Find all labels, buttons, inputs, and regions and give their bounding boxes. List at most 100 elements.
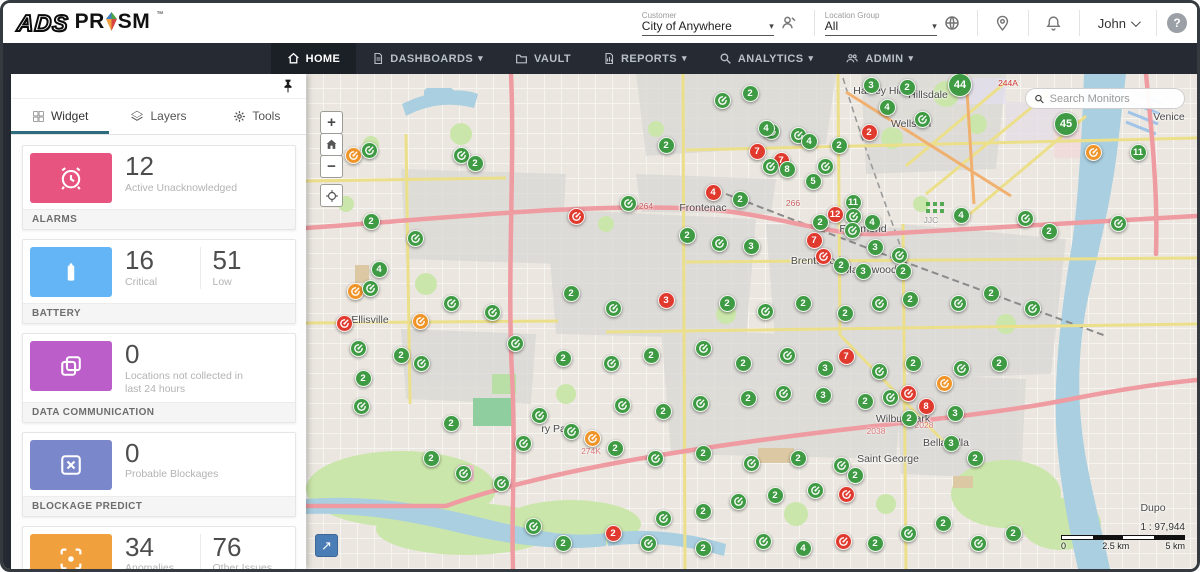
search-input[interactable] bbox=[1050, 93, 1176, 105]
monitor-marker-green[interactable] bbox=[413, 355, 430, 372]
monitor-marker-green[interactable] bbox=[695, 340, 712, 357]
monitor-marker-orange[interactable] bbox=[1085, 144, 1102, 161]
customer-admin-icon[interactable] bbox=[774, 8, 804, 38]
monitor-marker-green[interactable] bbox=[493, 475, 510, 492]
monitor-cluster-green[interactable]: 2 bbox=[658, 137, 675, 154]
blockage-icon-block[interactable] bbox=[30, 440, 112, 490]
monitor-cluster-green[interactable]: 2 bbox=[901, 410, 918, 427]
nav-home[interactable]: HOME bbox=[271, 43, 357, 74]
monitor-cluster-green[interactable]: 2 bbox=[555, 535, 572, 552]
monitor-marker-green[interactable] bbox=[620, 195, 637, 212]
monitor-cluster-red[interactable]: 2 bbox=[861, 124, 878, 141]
monitor-cluster-green[interactable]: 44 bbox=[948, 74, 972, 97]
monitor-cluster-green[interactable]: 4 bbox=[879, 99, 896, 116]
monitor-cluster-green[interactable]: 2 bbox=[655, 403, 672, 420]
monitor-cluster-green[interactable]: 2 bbox=[902, 291, 919, 308]
monitor-cluster-green[interactable]: 2 bbox=[355, 370, 372, 387]
monitor-marker-green[interactable] bbox=[711, 235, 728, 252]
monitor-marker-green[interactable] bbox=[507, 335, 524, 352]
monitor-marker-red[interactable] bbox=[835, 533, 852, 550]
monitor-cluster-green[interactable]: 3 bbox=[947, 405, 964, 422]
widget-blockage-predict[interactable]: 0 Probable Blockages BLOCKAGE PREDICT bbox=[22, 432, 296, 517]
battery-icon-block[interactable] bbox=[30, 247, 112, 297]
monitor-marker-green[interactable] bbox=[871, 295, 888, 312]
monitor-cluster-green[interactable]: 2 bbox=[719, 295, 736, 312]
monitor-cluster-green[interactable]: 2 bbox=[895, 263, 912, 280]
monitor-cluster-green[interactable]: 2 bbox=[967, 450, 984, 467]
monitor-cluster-green[interactable]: 2 bbox=[905, 355, 922, 372]
monitor-cluster-green[interactable]: 2 bbox=[679, 227, 696, 244]
monitor-cluster-green[interactable]: 2 bbox=[443, 415, 460, 432]
monitor-marker-green[interactable] bbox=[603, 355, 620, 372]
monitor-marker-green[interactable] bbox=[762, 158, 779, 175]
monitor-cluster-red[interactable]: 2 bbox=[605, 525, 622, 542]
tab-tools[interactable]: Tools bbox=[208, 99, 306, 134]
monitor-cluster-red[interactable]: 3 bbox=[658, 292, 675, 309]
monitor-marker-green[interactable] bbox=[531, 407, 548, 424]
monitor-marker-green[interactable] bbox=[817, 158, 834, 175]
monitor-cluster-green[interactable]: 3 bbox=[817, 360, 834, 377]
monitor-cluster-green[interactable]: 2 bbox=[363, 213, 380, 230]
location-group-globe-icon[interactable] bbox=[937, 8, 967, 38]
monitor-search[interactable] bbox=[1025, 88, 1185, 109]
monitor-cluster-green[interactable]: 3 bbox=[815, 387, 832, 404]
tab-widget[interactable]: Widget bbox=[11, 99, 109, 134]
monitor-marker-orange[interactable] bbox=[412, 313, 429, 330]
monitor-cluster-green[interactable]: 2 bbox=[1005, 525, 1022, 542]
monitor-marker-green[interactable] bbox=[1024, 300, 1041, 317]
monitor-marker-orange[interactable] bbox=[936, 375, 953, 392]
monitor-marker-green[interactable] bbox=[640, 535, 657, 552]
monitor-cluster-green[interactable]: 2 bbox=[795, 295, 812, 312]
monitor-cluster-green[interactable]: 2 bbox=[812, 214, 829, 231]
zoom-out-button[interactable]: − bbox=[320, 155, 343, 178]
monitor-cluster-green[interactable]: 4 bbox=[371, 261, 388, 278]
monitor-cluster-green[interactable]: 2 bbox=[831, 137, 848, 154]
monitor-cluster-red[interactable]: 8 bbox=[918, 398, 935, 415]
notifications-bell-icon[interactable] bbox=[1039, 8, 1069, 38]
monitor-cluster-green[interactable]: 3 bbox=[867, 239, 884, 256]
monitor-marker-green[interactable] bbox=[1110, 215, 1127, 232]
monitor-cluster-red[interactable]: 4 bbox=[705, 184, 722, 201]
monitor-marker-green[interactable] bbox=[484, 304, 501, 321]
monitor-cluster-red[interactable]: 12 bbox=[827, 206, 844, 223]
monitor-cluster-green[interactable]: 2 bbox=[790, 450, 807, 467]
monitor-cluster-green[interactable]: 2 bbox=[467, 155, 484, 172]
data-comm-icon-block[interactable] bbox=[30, 341, 112, 391]
monitor-cluster-green[interactable]: 3 bbox=[743, 238, 760, 255]
monitor-marker-orange[interactable] bbox=[347, 283, 364, 300]
monitor-marker-green[interactable] bbox=[871, 363, 888, 380]
monitor-cluster-green[interactable]: 2 bbox=[983, 285, 1000, 302]
monitor-cluster-green[interactable]: 4 bbox=[801, 133, 818, 150]
monitor-cluster-green[interactable]: 2 bbox=[695, 445, 712, 462]
monitor-cluster-green[interactable]: 2 bbox=[563, 285, 580, 302]
monitor-cluster-red[interactable]: 7 bbox=[749, 143, 766, 160]
monitor-marker-green[interactable] bbox=[891, 247, 908, 264]
monitor-cluster-green[interactable]: 2 bbox=[393, 347, 410, 364]
help-button[interactable]: ? bbox=[1167, 13, 1187, 33]
monitor-marker-green[interactable] bbox=[970, 535, 987, 552]
monitor-marker-green[interactable] bbox=[882, 389, 899, 406]
monitor-cluster-green[interactable]: 2 bbox=[857, 393, 874, 410]
location-group-select[interactable]: Location Group All ▾ bbox=[825, 10, 937, 36]
monitor-marker-orange[interactable] bbox=[345, 147, 362, 164]
monitor-cluster-red[interactable]: 7 bbox=[838, 348, 855, 365]
monitor-cluster-green[interactable]: 4 bbox=[795, 540, 812, 557]
monitor-marker-green[interactable] bbox=[525, 518, 542, 535]
monitor-marker-green[interactable] bbox=[757, 303, 774, 320]
monitor-cluster-green[interactable]: 2 bbox=[847, 467, 864, 484]
monitor-marker-orange[interactable] bbox=[584, 430, 601, 447]
monitor-cluster-green[interactable]: 8 bbox=[779, 161, 796, 178]
monitor-cluster-green[interactable]: 2 bbox=[695, 540, 712, 557]
home-extent-button[interactable] bbox=[320, 133, 343, 156]
monitor-cluster-green[interactable]: 2 bbox=[740, 390, 757, 407]
monitor-marker-red[interactable] bbox=[838, 486, 855, 503]
monitor-cluster-green[interactable]: 2 bbox=[643, 347, 660, 364]
monitor-cluster-green[interactable]: 2 bbox=[695, 503, 712, 520]
monitor-marker-green[interactable] bbox=[655, 510, 672, 527]
monitor-cluster-green[interactable]: 2 bbox=[1041, 223, 1058, 240]
monitor-cluster-green[interactable]: 45 bbox=[1054, 112, 1078, 136]
alarms-icon-block[interactable] bbox=[30, 153, 112, 203]
monitor-marker-green[interactable] bbox=[844, 222, 861, 239]
monitor-marker-green[interactable] bbox=[953, 360, 970, 377]
pin-panel-button[interactable] bbox=[282, 79, 294, 93]
